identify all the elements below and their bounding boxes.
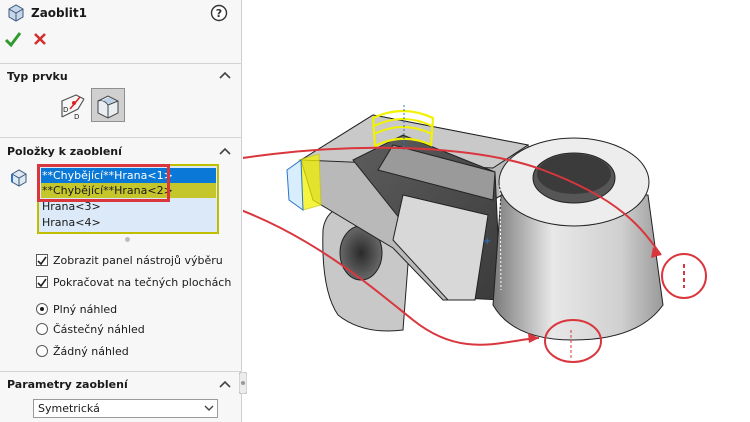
radio-button[interactable] (36, 303, 48, 315)
divider (0, 63, 242, 64)
checkmark-icon[interactable] (4, 30, 22, 48)
divider (0, 371, 242, 372)
svg-text:D: D (63, 106, 68, 114)
svg-text:+: + (483, 236, 491, 247)
fillet-type-button-active[interactable] (91, 88, 125, 122)
constant-size-fillet-button[interactable]: D D (55, 88, 91, 124)
checkbox-box[interactable] (36, 276, 48, 288)
svg-text:D: D (74, 113, 79, 121)
radio-button[interactable] (36, 323, 48, 335)
radio-label: Částečný náhled (53, 323, 145, 336)
missing-edges-highlight (37, 164, 170, 202)
checkbox-box[interactable] (36, 254, 48, 266)
checkbox-label: Pokračovat na tečných plochách (53, 276, 232, 289)
section-title-feature-type: Typ prvku (7, 70, 68, 83)
radio-button[interactable] (36, 345, 48, 357)
fillet-type-icon: D D (61, 94, 85, 121)
fillet-solid-icon (97, 95, 119, 119)
missing-edge-circle (661, 253, 707, 299)
radio-label: Žádný náhled (53, 345, 129, 358)
edge-selection-icon (11, 169, 27, 187)
property-manager-panel: Zaoblit1 ? Typ prvku D D Položky k zaobl… (0, 0, 242, 422)
section-title-parameters: Parametry zaoblení (7, 378, 128, 391)
chevron-up-icon[interactable] (218, 146, 232, 156)
radio-label: Plný náhled (53, 303, 118, 316)
select-value: Symetrická (38, 402, 100, 415)
graphics-viewport[interactable]: + (243, 0, 750, 422)
fillet-method-select[interactable]: Symetrická (33, 399, 218, 418)
feature-title: Zaoblit1 (31, 6, 87, 20)
close-icon[interactable] (32, 31, 48, 47)
list-item[interactable]: Hrana<4> (41, 215, 216, 230)
radio-dot (40, 307, 44, 311)
check-icon (37, 278, 47, 288)
help-icon[interactable]: ? (210, 4, 228, 22)
section-title-items: Položky k zaoblení (7, 145, 122, 158)
fillet-feature-icon (8, 4, 24, 22)
list-resize-handle[interactable] (125, 237, 130, 242)
svg-text:?: ? (216, 7, 222, 20)
part-model[interactable]: + (286, 105, 664, 360)
chevron-up-icon[interactable] (218, 70, 232, 80)
chevron-down-icon (204, 405, 214, 411)
checkbox-label: Zobrazit panel nástrojů výběru (53, 254, 223, 267)
check-icon (37, 256, 47, 266)
chevron-up-icon[interactable] (218, 379, 232, 389)
divider (0, 137, 242, 138)
